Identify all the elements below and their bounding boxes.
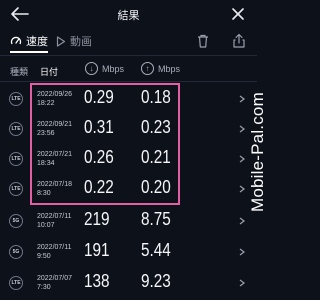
header-divider bbox=[0, 81, 257, 82]
download-value: 191 bbox=[84, 240, 110, 260]
speedometer-icon bbox=[10, 36, 22, 45]
tab-bar: 速度 動画 bbox=[0, 30, 257, 53]
network-badge: LTE bbox=[9, 182, 23, 196]
upload-icon: ↑ bbox=[141, 62, 154, 75]
column-download[interactable]: ↓ Mbps bbox=[85, 62, 124, 75]
network-badge: LTE bbox=[9, 92, 23, 106]
download-value: 138 bbox=[84, 271, 110, 291]
tab-divider bbox=[0, 55, 257, 56]
column-upload[interactable]: ↑ Mbps bbox=[141, 62, 180, 75]
download-value: 219 bbox=[84, 209, 110, 229]
share-icon[interactable] bbox=[232, 33, 246, 48]
highlight-box bbox=[30, 83, 180, 205]
network-badge: 5G bbox=[9, 245, 23, 259]
network-badge: LTE bbox=[9, 276, 23, 290]
tab-video-label: 動画 bbox=[70, 36, 92, 48]
tab-speed-label: 速度 bbox=[26, 36, 48, 48]
chevron-right-icon bbox=[239, 125, 245, 133]
chevron-right-icon bbox=[239, 155, 245, 163]
chevron-right-icon bbox=[239, 279, 245, 287]
play-icon bbox=[56, 35, 66, 47]
tab-speed[interactable]: 速度 bbox=[10, 32, 48, 53]
column-date[interactable]: 日付 bbox=[40, 65, 58, 78]
chevron-right-icon bbox=[239, 95, 245, 103]
download-unit: Mbps bbox=[102, 63, 125, 74]
watermark-text: Mobile-Pal.com bbox=[248, 92, 267, 212]
result-row[interactable]: LTE 2022/07/07 7:30 138 9.23 bbox=[0, 268, 257, 298]
upload-value: 5.44 bbox=[141, 240, 171, 260]
chevron-right-icon bbox=[239, 248, 245, 256]
upload-value: 8.75 bbox=[141, 209, 171, 229]
result-date: 2022/07/11 9:50 bbox=[37, 244, 72, 260]
chevron-right-icon bbox=[239, 217, 245, 225]
column-type[interactable]: 種類 bbox=[10, 65, 28, 78]
tab-active-indicator bbox=[10, 51, 48, 53]
column-header: 種類 日付 ↓ Mbps ↑ Mbps bbox=[0, 60, 257, 80]
network-badge: LTE bbox=[9, 152, 23, 166]
upload-unit: Mbps bbox=[158, 63, 181, 74]
trash-icon[interactable] bbox=[196, 34, 210, 48]
network-badge: 5G bbox=[9, 214, 23, 228]
top-bar: 結果 bbox=[0, 0, 257, 28]
download-icon: ↓ bbox=[85, 62, 98, 75]
network-badge: LTE bbox=[9, 122, 23, 136]
result-row[interactable]: 5G 2022/07/11 9:50 191 5.44 bbox=[0, 237, 257, 267]
tab-video[interactable]: 動画 bbox=[56, 32, 92, 50]
upload-value: 9.23 bbox=[141, 271, 171, 291]
result-date: 2022/07/07 7:30 bbox=[37, 275, 73, 291]
chevron-right-icon bbox=[239, 185, 245, 193]
page-title: 結果 bbox=[117, 10, 140, 22]
result-row[interactable]: 5G 2022/07/11 10:07 219 8.75 bbox=[0, 206, 257, 236]
result-date: 2022/07/11 10:07 bbox=[37, 213, 72, 229]
close-icon[interactable] bbox=[231, 7, 245, 21]
